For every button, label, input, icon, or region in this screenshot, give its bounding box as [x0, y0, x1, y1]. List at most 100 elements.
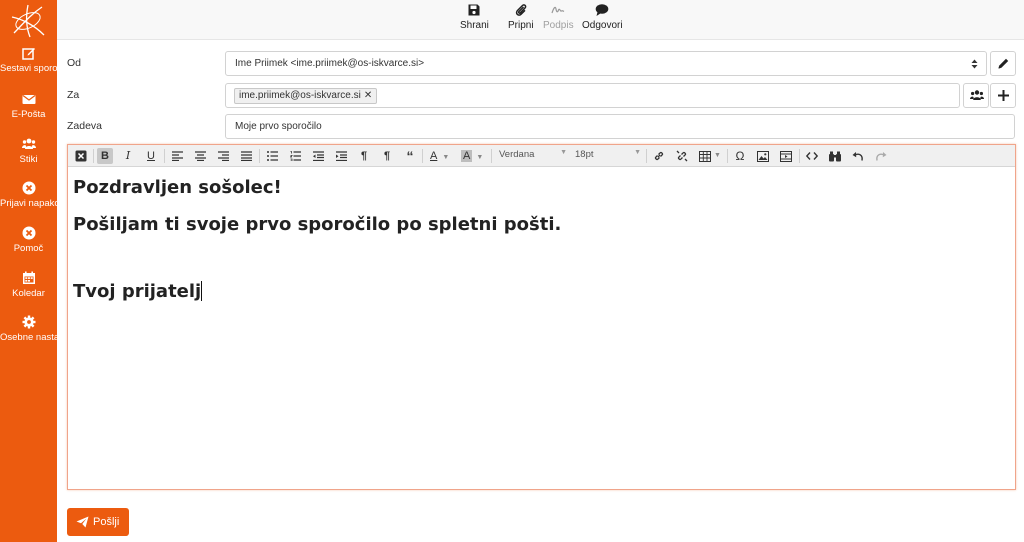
font-family-dropdown[interactable]: Verdana ▼: [499, 149, 567, 163]
numbered-list-icon: [289, 151, 301, 162]
gear-icon: [22, 315, 35, 329]
underline-button[interactable]: U: [143, 148, 159, 164]
sidebar-item-label: Osebne nastavitve: [0, 332, 57, 343]
paperclip-icon: [515, 4, 527, 16]
send-button[interactable]: Pošlji: [67, 508, 129, 536]
sidebar-item-settings[interactable]: Osebne nastavitve: [0, 315, 57, 355]
bullet-list-button[interactable]: [264, 148, 280, 164]
text-color-button[interactable]: A ▼: [427, 148, 453, 164]
chevron-down-icon: ▼: [714, 152, 721, 159]
outdent-button[interactable]: [310, 148, 326, 164]
message-signoff: Tvoj prijatelj: [73, 281, 203, 302]
plain-text-toggle-button[interactable]: [73, 148, 89, 164]
image-icon: [757, 151, 769, 162]
editor-toolbar: B I U ¶ ¶ “ A ▼ A ▼ Verdana ▼ 18pt ▼ ▼ Ω: [68, 145, 1015, 167]
sidebar-item-label: Stiki: [19, 154, 38, 165]
media-icon: [780, 151, 792, 162]
remove-link-button[interactable]: [674, 148, 690, 164]
blockquote-button[interactable]: “: [402, 148, 418, 164]
sidebar-item-label: Koledar: [12, 288, 45, 299]
edit-icon: [21, 48, 35, 60]
responses-button-label: Odgovori: [582, 20, 623, 31]
recipient-email: ime.priimek@os-iskvarce.si: [239, 90, 361, 101]
find-replace-button[interactable]: [827, 148, 843, 164]
text-caret: [201, 281, 203, 301]
numbered-list-button[interactable]: [287, 148, 303, 164]
save-button[interactable]: Shrani: [460, 3, 489, 31]
sidebar-item-compose[interactable]: Sestavi sporočilo: [0, 46, 57, 86]
insert-media-button[interactable]: [778, 148, 794, 164]
align-center-button[interactable]: [192, 148, 208, 164]
font-size-value: 18pt: [575, 149, 594, 160]
message-text: Pošiljam ti svoje prvo sporočilo po sple…: [73, 214, 562, 235]
subject-input[interactable]: Moje prvo sporočilo: [225, 114, 1015, 139]
subject-label: Zadeva: [67, 120, 103, 132]
table-icon: [699, 151, 711, 162]
link-icon: [654, 151, 664, 161]
toolbar-separator: [93, 149, 94, 163]
special-characters-button[interactable]: Ω: [732, 148, 748, 164]
source-code-button[interactable]: [804, 148, 820, 164]
sidebar-item-contacts[interactable]: Stiki: [0, 137, 57, 177]
circle-x-icon: [22, 181, 35, 195]
code-icon: [805, 152, 819, 160]
edit-identity-button[interactable]: [990, 51, 1016, 76]
message-signoff-text: Tvoj prijatelj: [73, 281, 202, 302]
align-justify-button[interactable]: [238, 148, 254, 164]
undo-icon: [852, 152, 863, 161]
sidebar-item-report-bug[interactable]: Prijavi napako: [0, 181, 57, 221]
undo-button[interactable]: [850, 148, 866, 164]
font-size-dropdown[interactable]: 18pt ▼: [575, 149, 641, 163]
app-logo: [11, 4, 45, 38]
add-recipient-button[interactable]: [990, 83, 1016, 108]
sidebar-item-label: Prijavi napako: [0, 198, 57, 209]
message-greeting: Pozdravljen sošolec!: [73, 177, 282, 198]
close-box-icon: [75, 150, 87, 162]
sidebar: Sestavi sporočilo E-Pošta Stiki Prijavi …: [0, 0, 57, 542]
subject-value: Moje prvo sporočilo: [235, 121, 322, 132]
toolbar-separator: [164, 149, 165, 163]
responses-button[interactable]: Odgovori: [582, 3, 623, 31]
italic-button[interactable]: I: [120, 148, 136, 164]
text-color-icon: A: [430, 150, 438, 162]
indent-button[interactable]: [333, 148, 349, 164]
send-button-label: Pošlji: [93, 516, 120, 528]
font-family-value: Verdana: [499, 149, 535, 160]
align-left-icon: [171, 151, 183, 162]
sidebar-item-help[interactable]: Pomoč: [0, 226, 57, 266]
redo-button[interactable]: [873, 148, 889, 164]
attach-button[interactable]: Pripni: [508, 3, 534, 31]
outdent-icon: [312, 151, 324, 162]
recipient-tag: ime.priimek@os-iskvarce.si ✕: [234, 88, 378, 104]
from-select[interactable]: Ime Priimek <ime.priimek@os-iskvarce.si>: [225, 51, 987, 76]
insert-table-button[interactable]: ▼: [697, 148, 723, 164]
address-book-button[interactable]: [963, 83, 989, 108]
bold-button[interactable]: B: [97, 148, 113, 164]
circle-x-icon: [22, 226, 35, 240]
ltr-direction-button[interactable]: ¶: [356, 148, 372, 164]
rtl-direction-button[interactable]: ¶: [379, 148, 395, 164]
signature-button[interactable]: Podpis: [543, 3, 574, 31]
users-icon: [21, 138, 36, 149]
chevron-down-icon: ▼: [634, 149, 641, 156]
remove-recipient-icon[interactable]: ✕: [364, 90, 372, 101]
users-icon: [970, 90, 984, 100]
align-left-button[interactable]: [169, 148, 185, 164]
chevron-down-icon: ▼: [560, 149, 567, 156]
insert-link-button[interactable]: [651, 148, 667, 164]
chevron-down-icon: ▼: [476, 154, 484, 161]
align-center-icon: [194, 151, 206, 162]
insert-image-button[interactable]: [755, 148, 771, 164]
message-editor[interactable]: B I U ¶ ¶ “ A▼ A▼ Verdana▼ 18pt▼ ▼ Ω: [67, 144, 1016, 490]
sidebar-item-mail[interactable]: E-Pošta: [0, 92, 57, 132]
toolbar-separator: [646, 149, 647, 163]
redo-icon: [876, 152, 887, 161]
chevron-down-icon: ▼: [442, 154, 450, 161]
sidebar-item-calendar[interactable]: Koledar: [0, 271, 57, 311]
binoculars-icon: [829, 151, 841, 162]
to-field[interactable]: ime.priimek@os-iskvarce.si ✕: [225, 83, 960, 108]
align-right-icon: [217, 151, 229, 162]
to-label: Za: [67, 89, 80, 101]
background-color-button[interactable]: A ▼: [460, 148, 486, 164]
align-right-button[interactable]: [215, 148, 231, 164]
